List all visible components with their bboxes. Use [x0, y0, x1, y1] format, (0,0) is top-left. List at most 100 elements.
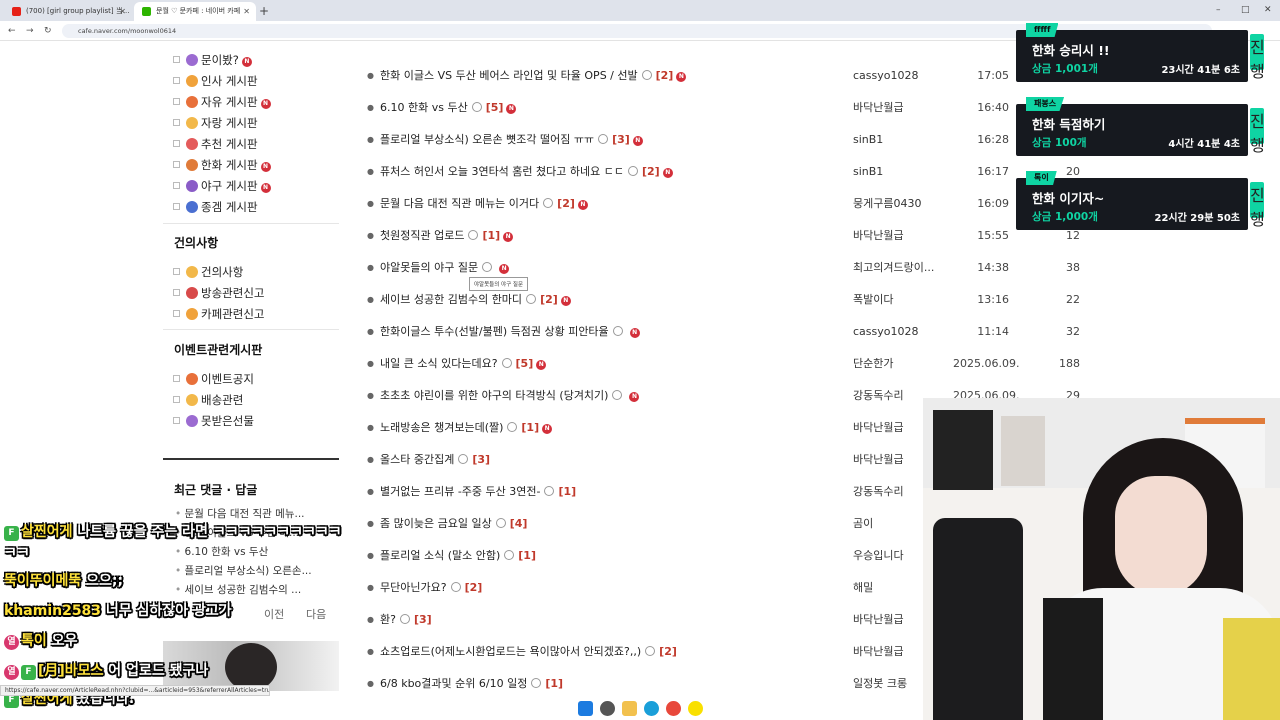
- reply-icon: [468, 230, 479, 240]
- comment-count[interactable]: [2]: [465, 581, 483, 594]
- menu-item[interactable]: 추천 게시판: [173, 134, 338, 154]
- article-title[interactable]: 한화 이글스 VS 두산 베어스 라인업 및 타율 OPS / 선발: [380, 69, 638, 82]
- article-row[interactable]: ● 야알못들의 야구 질문 N 최고의겨드랑이... 14:38 38: [363, 257, 1083, 279]
- file-explorer-icon[interactable]: [622, 701, 637, 716]
- menu-item[interactable]: 배송관련: [173, 390, 338, 410]
- article-row[interactable]: ● 퓨처스 허인서 오늘 3연타석 홈런 쳤다고 하네요 ㄷㄷ [2] NsinB1 1…: [363, 161, 1083, 183]
- recent-comment-item[interactable]: 6.10 한화 vs 두산: [175, 544, 335, 559]
- menu-item[interactable]: 한화 게시판 N: [173, 155, 338, 175]
- chrome-icon[interactable]: [666, 701, 681, 716]
- article-author[interactable]: sinB1: [853, 161, 943, 183]
- comment-count[interactable]: [4]: [510, 517, 528, 530]
- article-title[interactable]: 환?: [380, 613, 396, 626]
- comment-count[interactable]: [2]: [557, 197, 575, 210]
- article-title[interactable]: 별거없는 프리뷰 -주중 두산 3연전-: [380, 485, 540, 498]
- menu-item[interactable]: 건의사항: [173, 262, 338, 282]
- browser-tab-youtube[interactable]: (700) [girl group playlist] 当... ✕: [4, 2, 132, 21]
- menu-item[interactable]: 방송관련신고: [173, 283, 338, 303]
- minimize-icon[interactable]: –: [1216, 2, 1221, 18]
- article-title[interactable]: 내일 큰 소식 있다는데요?: [380, 357, 498, 370]
- article-author[interactable]: cassyo1028: [853, 321, 943, 343]
- mission-sponsor: 톡이: [1026, 171, 1057, 185]
- article-title[interactable]: 한화이글스 투수(선발/불펜) 득점권 상황 피안타율: [380, 325, 609, 338]
- prev-page-button[interactable]: 이전: [264, 606, 284, 622]
- menu-item[interactable]: 이벤트공지: [173, 369, 338, 389]
- article-title[interactable]: 노래방송은 챙겨보는데(짤): [380, 421, 503, 434]
- article-author[interactable]: 단순한가: [853, 353, 943, 375]
- comment-count[interactable]: [3]: [414, 613, 432, 626]
- article-row[interactable]: ● 문월 다음 대전 직관 메뉴는 이거다 [2] N 뭉게구름0430 16:09: [363, 193, 1083, 215]
- menu-item[interactable]: 카페관련신고: [173, 304, 338, 324]
- forward-icon[interactable]: →: [26, 23, 34, 39]
- next-page-button[interactable]: 다음: [306, 606, 326, 622]
- article-author[interactable]: 바닥난월급: [853, 97, 943, 119]
- comment-count[interactable]: [1]: [482, 229, 500, 242]
- close-window-icon[interactable]: ✕: [1264, 2, 1272, 18]
- article-title[interactable]: 세이브 성공한 김범수의 한마디: [380, 293, 522, 306]
- comment-count[interactable]: [1]: [545, 677, 563, 690]
- article-title[interactable]: 쇼츠업로드(어제노시환업로드는 욕이많아서 안되겠죠?,,): [380, 645, 641, 658]
- article-title[interactable]: 무단아닌가요?: [380, 581, 447, 594]
- article-title[interactable]: 초초초 야린이를 위한 야구의 타격방식 (당겨치기): [380, 389, 608, 402]
- menu-item[interactable]: 못받은선물: [173, 411, 338, 431]
- comment-count[interactable]: [3]: [612, 133, 630, 146]
- article-title[interactable]: 좀 많이늦은 금요일 일상: [380, 517, 492, 530]
- new-tab-button[interactable]: +: [259, 2, 269, 20]
- article-row[interactable]: ● 세이브 성공한 김범수의 한마디 [2] N 폭발이다 13:16 22: [363, 289, 1083, 311]
- back-icon[interactable]: ←: [8, 23, 16, 39]
- comment-count[interactable]: [1]: [558, 485, 576, 498]
- article-date: 2025.06.09.: [953, 357, 1020, 370]
- comment-count[interactable]: [2]: [656, 69, 674, 82]
- reload-icon[interactable]: ↻: [44, 23, 52, 39]
- checkbox-icon: [173, 56, 180, 63]
- article-row[interactable]: ● 첫원정직관 업로드 [1] N 바닥난월급 15:55 12: [363, 225, 1083, 247]
- article-row[interactable]: ● 6.10 한화 vs 두산 [5] N 바닥난월급 16:40: [363, 97, 1083, 119]
- article-author[interactable]: 뭉게구름0430: [853, 193, 943, 215]
- comment-count[interactable]: [1]: [521, 421, 539, 434]
- edge-icon[interactable]: [644, 701, 659, 716]
- article-title[interactable]: 올스타 중간집계: [380, 453, 454, 466]
- comment-count[interactable]: [2]: [540, 293, 558, 306]
- menu-item[interactable]: 야구 게시판 N: [173, 176, 338, 196]
- article-title[interactable]: 야알못들의 야구 질문: [380, 261, 478, 274]
- recent-comment-item[interactable]: 플로리얼 부상소식) 오른손...: [175, 563, 335, 578]
- comment-count[interactable]: [3]: [472, 453, 490, 466]
- article-title[interactable]: 퓨처스 허인서 오늘 3연타석 홈런 쳤다고 하네요 ㄷㄷ: [380, 165, 624, 178]
- comment-count[interactable]: [2]: [659, 645, 677, 658]
- article-title[interactable]: 첫원정직관 업로드: [380, 229, 464, 242]
- browser-tab-cafe[interactable]: 문월 ♡ 문카페 : 네이버 카페 ✕: [134, 2, 256, 21]
- close-tab-icon[interactable]: ✕: [243, 2, 250, 21]
- article-title[interactable]: 문월 다음 대전 직관 메뉴는 이거다: [380, 197, 539, 210]
- article-author[interactable]: 최고의겨드랑이...: [853, 257, 943, 279]
- article-row[interactable]: ● 내일 큰 소식 있다는데요? [5] N 단순한가 2025.06.09. 188: [363, 353, 1083, 375]
- article-title[interactable]: 6.10 한화 vs 두산: [380, 101, 468, 114]
- menu-item[interactable]: 자유 게시판 N: [173, 92, 338, 112]
- article-author[interactable]: 폭발이다: [853, 289, 943, 311]
- article-author[interactable]: sinB1: [853, 129, 943, 151]
- comment-count[interactable]: [5]: [486, 101, 504, 114]
- maximize-icon[interactable]: □: [1241, 2, 1250, 18]
- title-tooltip: 야알못들의 야구 질문: [469, 277, 529, 291]
- article-author[interactable]: 바닥난월급: [853, 225, 943, 247]
- search-icon[interactable]: [600, 701, 615, 716]
- comment-count[interactable]: [2]: [642, 165, 660, 178]
- tab-title: 문월 ♡ 문카페 : 네이버 카페: [156, 7, 241, 15]
- article-title[interactable]: 플로리얼 소식 (말소 안함): [380, 549, 500, 562]
- menu-item[interactable]: 자랑 게시판: [173, 113, 338, 133]
- windows-start-icon[interactable]: [578, 701, 593, 716]
- article-title[interactable]: 플로리얼 부상소식) 오른손 뼛조각 떨어짐 ㅠㅠ: [380, 133, 594, 146]
- article-row[interactable]: ● 한화이글스 투수(선발/불펜) 득점권 상황 피안타율 Ncassyo1028 1…: [363, 321, 1083, 343]
- recent-comment-item[interactable]: 세이브 성공한 김범수의 ...: [175, 582, 335, 597]
- article-title[interactable]: 6/8 kbo결과및 순위 6/10 일정: [380, 677, 527, 690]
- comment-count[interactable]: [5]: [516, 357, 534, 370]
- comment-count[interactable]: [1]: [518, 549, 536, 562]
- recent-comment-item[interactable]: 문월 다음 대전 직관 메뉴...: [175, 506, 335, 521]
- menu-item[interactable]: 인사 게시판: [173, 71, 338, 91]
- article-author[interactable]: cassyo1028: [853, 65, 943, 87]
- article-row[interactable]: ● 플로리얼 부상소식) 오른손 뼛조각 떨어짐 ㅠㅠ [3] NsinB1 16:28: [363, 129, 1083, 151]
- close-tab-icon[interactable]: ✕: [119, 2, 126, 21]
- menu-item[interactable]: 문이봤? N: [173, 50, 338, 70]
- kakaotalk-icon[interactable]: [688, 701, 703, 716]
- article-row[interactable]: ● 한화 이글스 VS 두산 베어스 라인업 및 타율 OPS / 선발 [2] Nc…: [363, 65, 1083, 87]
- menu-item[interactable]: 종겜 게시판: [173, 197, 338, 217]
